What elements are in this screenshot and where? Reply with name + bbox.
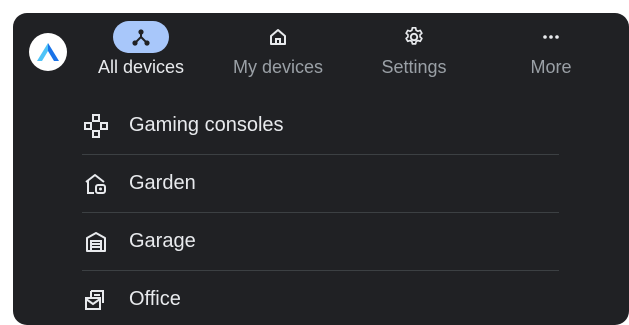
gear-icon	[405, 27, 423, 45]
list-item-label: Office	[129, 288, 181, 310]
nav-item-my-devices[interactable]: My devices	[218, 21, 338, 87]
nav-item-all-devices[interactable]: All devices	[81, 21, 201, 87]
nav-label-my-devices: My devices	[232, 57, 324, 77]
garage-icon	[86, 231, 106, 252]
list-item-label: Garden	[129, 172, 196, 194]
list-item-garage[interactable]: Garage	[82, 213, 559, 271]
nav-item-more[interactable]: More	[491, 21, 611, 87]
office-mailbox-icon	[85, 289, 104, 310]
nav-label-settings: Settings	[381, 57, 447, 77]
nav-item-settings[interactable]: Settings	[354, 21, 474, 87]
garden-house-icon	[85, 173, 106, 194]
list-item-label: Garage	[129, 230, 196, 252]
more-horiz-icon	[543, 35, 559, 39]
list-item-label: Gaming consoles	[129, 114, 284, 136]
top-navigation: All devices My devices Settings More	[13, 13, 629, 93]
nav-label-more: More	[530, 57, 572, 77]
device-hub-icon	[132, 29, 150, 46]
list-item-garden[interactable]: Garden	[82, 155, 559, 213]
nav-active-indicator	[113, 21, 169, 53]
nav-label-all-devices: All devices	[97, 57, 185, 77]
list-item-office[interactable]: Office	[82, 271, 559, 325]
device-category-list: Gaming consoles Garden Garage Office	[82, 97, 559, 325]
home-icon	[270, 29, 286, 45]
gamepad-icon	[84, 113, 108, 138]
list-item-gaming-consoles[interactable]: Gaming consoles	[82, 97, 559, 155]
app-window: All devices My devices Settings More Gam…	[13, 13, 629, 325]
